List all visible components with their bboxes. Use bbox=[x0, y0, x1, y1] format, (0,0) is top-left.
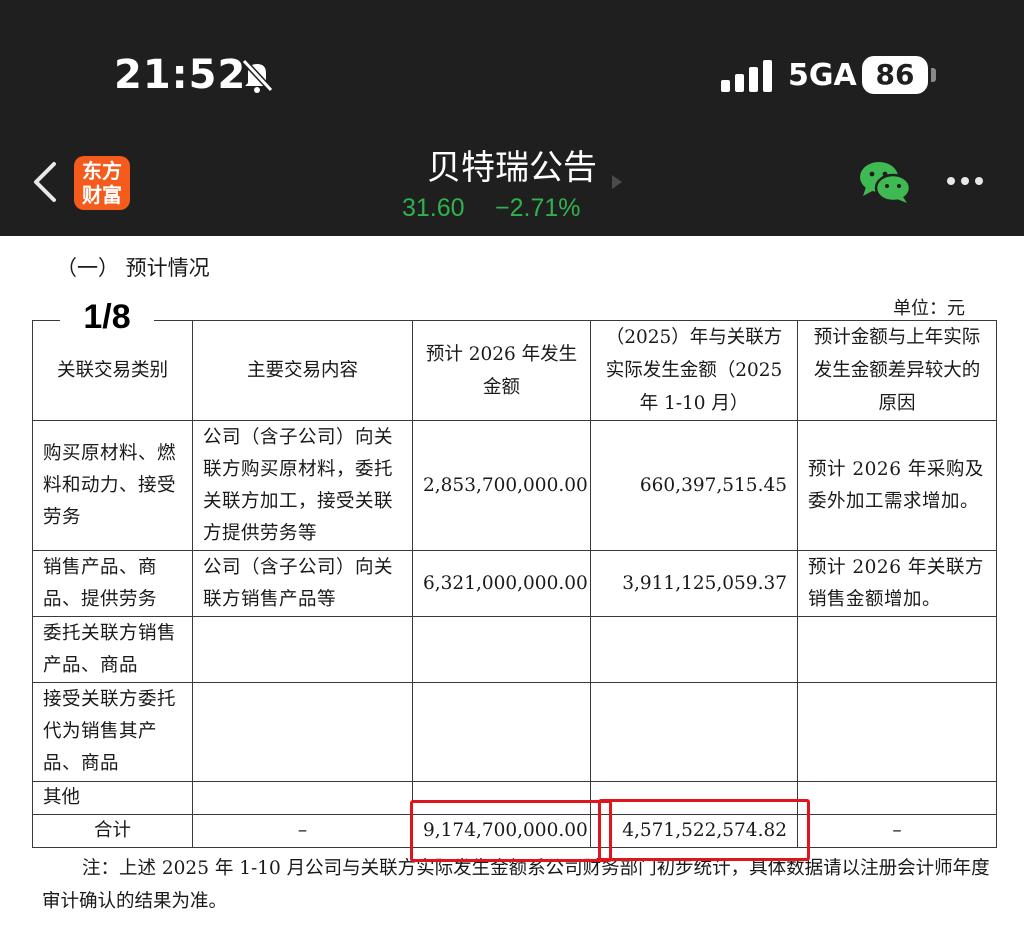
cell-content: 公司（含子公司）向关联方销售产品等 bbox=[192, 550, 413, 617]
wechat-icon[interactable] bbox=[859, 160, 911, 204]
network-label: 5GA bbox=[788, 58, 857, 93]
cell-reason: 预计 2026 年关联方销售金额增加。 bbox=[797, 550, 997, 617]
page-indicator: 1/8 bbox=[60, 296, 154, 338]
cell-actual bbox=[590, 616, 798, 683]
cell-total-content: – bbox=[192, 814, 413, 848]
cell-forecast: 2,853,700,000.00 bbox=[412, 420, 591, 551]
cell-content: 公司（含子公司）向关联方购买原材料，委托关联方加工，接受关联方提供劳务等 bbox=[192, 420, 413, 551]
status-time: 21:52 bbox=[114, 52, 247, 98]
cell-reason bbox=[797, 781, 997, 815]
battery-cap bbox=[931, 68, 936, 82]
header-actual-2025: （2025）年与关联方实际发生金额（2025 年 1-10 月） bbox=[590, 320, 798, 421]
header-reason: 预计金额与上年实际发生金额差异较大的原因 bbox=[797, 320, 997, 421]
cell-category: 其他 bbox=[32, 781, 193, 815]
cell-content bbox=[192, 682, 413, 782]
cell-actual: 3,911,125,059.37 bbox=[590, 550, 798, 617]
header-forecast-2026: 预计 2026 年发生金额 bbox=[412, 320, 591, 421]
table-row: 委托关联方销售产品、商品 bbox=[32, 616, 997, 683]
highlight-box-forecast-total bbox=[410, 800, 612, 862]
cell-total-reason: – bbox=[797, 814, 997, 848]
more-dots-icon[interactable] bbox=[946, 173, 984, 189]
cell-category: 接受关联方委托代为销售其产品、商品 bbox=[32, 682, 193, 782]
section-heading: （一） 预计情况 bbox=[56, 256, 210, 280]
cell-content bbox=[192, 781, 413, 815]
unit-label: 单位：元 bbox=[893, 298, 965, 319]
related-transactions-table: 关联交易类别 主要交易内容 预计 2026 年发生金额 （2025）年与关联方实… bbox=[32, 320, 997, 848]
header-content: 主要交易内容 bbox=[192, 320, 413, 421]
highlight-box-actual-total bbox=[598, 799, 810, 861]
cell-forecast bbox=[412, 682, 591, 782]
app-header: 21:52 5GA 86 东方 财富 贝特瑞公告 31.60 −2.71% bbox=[0, 0, 1024, 236]
cell-forecast: 6,321,000,000.00 bbox=[412, 550, 591, 617]
cell-reason bbox=[797, 616, 997, 683]
bell-slash-icon bbox=[241, 58, 274, 93]
stock-price: 31.60 bbox=[402, 194, 465, 222]
cell-content bbox=[192, 616, 413, 683]
cell-actual bbox=[590, 682, 798, 782]
signal-bars-icon bbox=[721, 60, 772, 92]
cell-reason: 预计 2026 年采购及委外加工需求增加。 bbox=[797, 420, 997, 551]
battery-indicator: 86 bbox=[862, 56, 928, 94]
cell-total-label: 合计 bbox=[32, 814, 193, 848]
caret-right-icon bbox=[612, 175, 622, 189]
cell-category: 销售产品、商品、提供劳务 bbox=[32, 550, 193, 617]
table-row: 销售产品、商品、提供劳务 公司（含子公司）向关联方销售产品等 6,321,000… bbox=[32, 550, 997, 617]
cell-actual: 660,397,515.45 bbox=[590, 420, 798, 551]
table-header-row: 关联交易类别 主要交易内容 预计 2026 年发生金额 （2025）年与关联方实… bbox=[32, 320, 997, 421]
table-row: 购买原材料、燃料和动力、接受劳务 公司（含子公司）向关联方购买原材料，委托关联方… bbox=[32, 420, 997, 551]
cell-category: 购买原材料、燃料和动力、接受劳务 bbox=[32, 420, 193, 551]
cell-forecast bbox=[412, 616, 591, 683]
stock-change: −2.71% bbox=[495, 194, 581, 222]
cell-category: 委托关联方销售产品、商品 bbox=[32, 616, 193, 683]
cell-reason bbox=[797, 682, 997, 782]
table-row: 接受关联方委托代为销售其产品、商品 bbox=[32, 682, 997, 782]
